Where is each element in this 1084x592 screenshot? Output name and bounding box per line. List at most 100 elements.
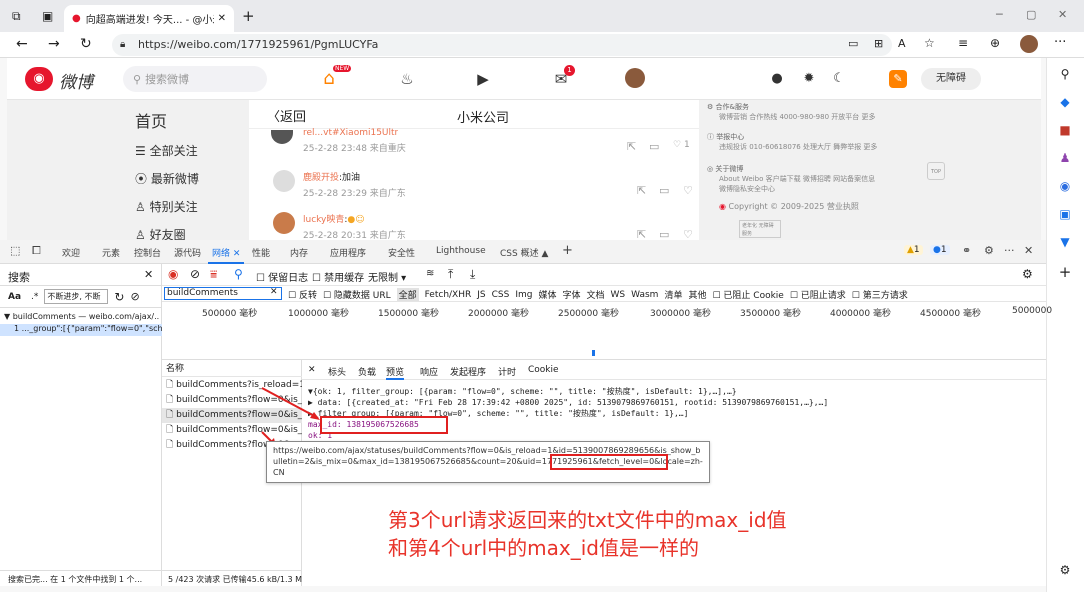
tab-actions-icon[interactable]: ▣ <box>42 9 53 23</box>
device-icon[interactable]: ⧠ <box>32 244 41 258</box>
info-badge[interactable]: ●1 <box>930 245 950 255</box>
filter-wasm[interactable]: Wasm <box>631 290 658 300</box>
browser-tab[interactable]: ● 向超高端进发! 今天... - @小米公 ✕ <box>64 5 234 32</box>
search-result-line[interactable]: 1 ..._group":[{"param":"flow=0","sche... <box>0 324 162 336</box>
back-icon[interactable]: ← <box>16 36 28 52</box>
reply-icon[interactable]: ▭ <box>659 228 669 240</box>
hot-icon[interactable]: ♨ <box>397 69 417 89</box>
comment-author[interactable]: lucky映青 <box>303 215 344 225</box>
tab-lighthouse[interactable]: Lighthouse <box>436 246 486 256</box>
chat-icon[interactable]: ● <box>767 69 787 89</box>
restore-icon[interactable]: ▢ <box>1026 8 1036 21</box>
close-window-icon[interactable]: ✕ <box>1058 8 1067 21</box>
forward-icon[interactable]: → <box>48 36 60 52</box>
blocked-cookies-checkbox[interactable]: ☐ 已阻止 Cookie <box>712 288 783 301</box>
filter-img[interactable]: Img <box>515 290 532 300</box>
clear-icon[interactable]: ⊘ <box>190 267 200 281</box>
close-search-icon[interactable]: ✕ <box>144 268 153 281</box>
section-links[interactable]: About Weibo 客户端下载 微博招聘 网站备案信息 <box>707 174 1041 184</box>
share-icon[interactable]: ⇱ <box>627 140 636 153</box>
share-icon[interactable]: ⇱ <box>637 228 646 240</box>
section-links[interactable]: 违规投诉 010-60618076 处理大厅 舞弊举报 更多 <box>707 142 1041 152</box>
filter-doc[interactable]: 文档 <box>587 288 605 301</box>
third-party-checkbox[interactable]: ☐ 第三方请求 <box>852 288 908 301</box>
record-icon[interactable]: ◉ <box>168 267 178 281</box>
blocked-requests-checkbox[interactable]: ☐ 已阻止请求 <box>790 288 846 301</box>
search-input[interactable]: 不断进步, 不断 <box>44 289 109 304</box>
nav-friends[interactable]: ♙ 好友圈 <box>135 226 186 240</box>
tab-timing[interactable]: 计时 <box>498 365 516 378</box>
like-button[interactable]: ♡ 1 <box>673 140 690 150</box>
filter-xhr[interactable]: Fetch/XHR <box>425 290 472 300</box>
nav-home[interactable]: 首页 <box>135 108 167 132</box>
section-links[interactable]: 微博隐私安全中心 <box>707 184 1041 194</box>
match-case-toggle[interactable]: Aa <box>8 292 21 302</box>
refresh-icon[interactable]: ↻ <box>80 36 92 52</box>
download-icon[interactable]: ⤓ <box>470 267 475 282</box>
hide-data-url-checkbox[interactable]: ☐ 隐藏数据 URL <box>323 288 391 301</box>
theme-icon[interactable]: ☾ <box>829 69 849 89</box>
tab-application[interactable]: 应用程序 <box>330 246 366 259</box>
close-detail-icon[interactable]: ✕ <box>308 365 316 375</box>
sidebar-tag-icon[interactable]: ◆ <box>1057 94 1073 110</box>
sidebar-settings-icon[interactable]: ⚙ <box>1057 562 1073 578</box>
disable-cache-option[interactable]: ☐ 禁用缓存 <box>312 269 364 284</box>
sidebar-search-icon[interactable]: ⚲ <box>1057 66 1073 82</box>
preview-data[interactable]: ▶ data: [{created_at: "Fri Feb 28 17:39:… <box>308 398 828 407</box>
more-icon[interactable]: ··· <box>1054 35 1066 50</box>
tab-security[interactable]: 安全性 <box>388 246 415 259</box>
filter-font[interactable]: 字体 <box>563 288 581 301</box>
video-icon[interactable]: ▶ <box>473 69 493 89</box>
accessibility-button[interactable]: 无障碍 <box>921 68 981 90</box>
regex-toggle[interactable]: .* <box>31 292 38 302</box>
favorite-icon[interactable]: ☆ <box>924 36 935 50</box>
back-to-top-button[interactable]: TOP <box>927 162 945 180</box>
close-tab-icon[interactable]: ✕ <box>218 13 226 24</box>
nav-all-follow[interactable]: ☰ 全部关注 <box>135 142 198 159</box>
wifi-icon[interactable]: ≋ <box>426 268 434 279</box>
clear-filter-icon[interactable]: ✕ <box>270 287 278 297</box>
tab-sources[interactable]: 源代码 <box>174 246 201 259</box>
network-search-icon[interactable]: ⚲ <box>234 267 243 281</box>
read-aloud-icon[interactable]: A <box>898 37 906 50</box>
tab-elements[interactable]: 元素 <box>102 246 120 259</box>
invert-checkbox[interactable]: ☐ 反转 <box>288 288 317 301</box>
sidebar-copilot-icon[interactable]: ◉ <box>1057 178 1073 194</box>
sidebar-add-icon[interactable]: + <box>1057 264 1073 280</box>
close-tab-icon[interactable]: ✕ <box>233 249 241 259</box>
preserve-log-option[interactable]: ☐ 保留日志 <box>256 269 308 284</box>
comment-author[interactable]: rel...vt#Xiaomi15Ultr <box>303 128 398 136</box>
elder-service-badge[interactable]: 老年化 无障碍服务 <box>739 220 781 238</box>
settings-icon[interactable]: ✹ <box>799 69 819 89</box>
tab-headers[interactable]: 标头 <box>328 365 346 378</box>
upload-icon[interactable]: ⤒ <box>448 267 453 282</box>
sidebar-people-icon[interactable]: ♟ <box>1057 150 1073 166</box>
minimize-icon[interactable]: ─ <box>996 8 1003 21</box>
tab-welcome[interactable]: 欢迎 <box>62 246 80 259</box>
devtools-more-icon[interactable]: ··· <box>1004 244 1015 257</box>
workspaces-icon[interactable]: ⧉ <box>12 9 21 24</box>
share-icon[interactable]: ⇱ <box>637 184 646 197</box>
tab-payload[interactable]: 负载 <box>358 365 376 378</box>
tab-response[interactable]: 响应 <box>420 365 438 378</box>
reply-icon[interactable]: ▭ <box>659 184 669 197</box>
tab-cookie[interactable]: Cookie <box>528 365 559 375</box>
reply-icon[interactable]: ▭ <box>649 140 659 153</box>
network-timeline[interactable]: 500000 毫秒 1000000 毫秒 1500000 毫秒 2000000 … <box>162 302 1052 360</box>
throttle-select[interactable]: 无限制 ▾ <box>368 269 406 284</box>
filter-manifest[interactable]: 清单 <box>664 288 682 301</box>
close-devtools-icon[interactable]: ✕ <box>1024 244 1033 257</box>
network-settings-icon[interactable]: ⚙ <box>1022 267 1033 281</box>
preview-root[interactable]: ▼{ok: 1, filter_group: [{param: "flow=0"… <box>308 386 737 397</box>
favorites-list-icon[interactable]: ≡ <box>958 36 968 50</box>
compose-icon[interactable]: ✎ <box>889 70 907 88</box>
tab-css-overview[interactable]: CSS 概述 ▲ <box>500 246 548 259</box>
sidebar-outlook-icon[interactable]: ▣ <box>1057 206 1073 222</box>
filter-js[interactable]: JS <box>477 290 485 300</box>
filter-ws[interactable]: WS <box>611 290 626 300</box>
tab-memory[interactable]: 内存 <box>290 246 308 259</box>
filter-all[interactable]: 全部 <box>396 288 419 301</box>
share-feedback-icon[interactable]: ⚭ <box>962 244 971 257</box>
comment-author[interactable]: 鹿殿开投 <box>303 173 339 183</box>
filter-media[interactable]: 媒体 <box>538 288 556 301</box>
